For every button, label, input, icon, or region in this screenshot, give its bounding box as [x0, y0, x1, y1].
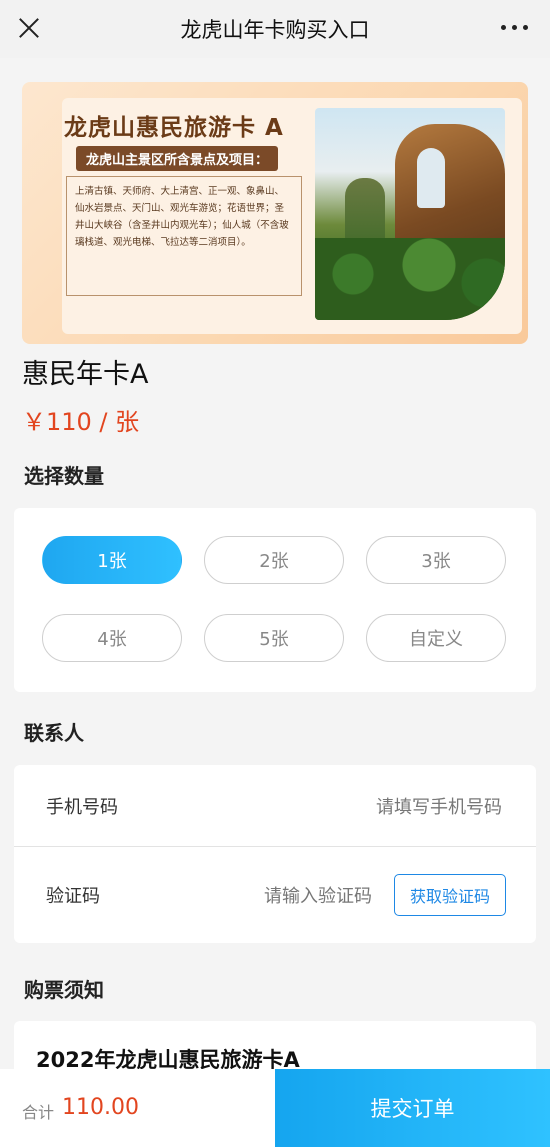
more-icon[interactable]	[501, 25, 528, 30]
code-label: 验证码	[46, 886, 100, 907]
code-input[interactable]: 请输入验证码	[264, 882, 372, 908]
quantity-option-3[interactable]: 3张	[366, 536, 506, 584]
quantity-options: 1张 2张 3张 4张 5张 自定义	[42, 536, 506, 662]
quantity-option-1[interactable]: 1张	[42, 536, 182, 584]
close-icon[interactable]	[16, 15, 42, 41]
contact-card: 手机号码 请填写手机号码 验证码 请输入验证码 获取验证码	[14, 765, 536, 943]
total-value: 110.00	[62, 1095, 139, 1120]
product-price: ￥110 / 张	[22, 408, 140, 436]
quantity-option-4[interactable]: 4张	[42, 614, 182, 662]
phone-label: 手机号码	[46, 796, 118, 818]
banner-title: 龙虎山惠民旅游卡 A	[64, 115, 284, 141]
code-row: 验证码 请输入验证码 获取验证码	[14, 847, 536, 943]
banner-description: 上清古镇、天师府、大上清宫、正一观、象鼻山、仙水岩景点、天门山、观光车游览；花语…	[66, 176, 302, 296]
notice-section-title: 购票须知	[24, 978, 104, 1002]
quantity-option-custom[interactable]: 自定义	[366, 614, 506, 662]
top-bar: 龙虎山年卡购买入口	[0, 0, 550, 58]
product-banner: 龙虎山惠民旅游卡 A 龙虎山主景区所含景点及项目： 上清古镇、天师府、大上清宫、…	[22, 82, 528, 344]
quantity-option-5[interactable]: 5张	[204, 614, 344, 662]
bottom-bar: 合计 110.00 提交订单	[0, 1069, 550, 1147]
banner-subtitle: 龙虎山主景区所含景点及项目：	[76, 146, 279, 171]
submit-order-button[interactable]: 提交订单	[275, 1069, 550, 1147]
total-label: 合计	[22, 1103, 55, 1122]
product-name: 惠民年卡A	[22, 359, 149, 390]
scenery-photo	[315, 108, 505, 320]
phone-row: 手机号码 请填写手机号码	[14, 765, 536, 846]
page-title: 龙虎山年卡购买入口	[180, 18, 370, 42]
contact-section-title: 联系人	[24, 721, 84, 745]
phone-input[interactable]: 请填写手机号码	[376, 793, 502, 819]
quantity-option-2[interactable]: 2张	[204, 536, 344, 584]
get-code-button[interactable]: 获取验证码	[394, 874, 506, 916]
quantity-section-title: 选择数量	[24, 464, 104, 488]
quantity-card: 1张 2张 3张 4张 5张 自定义	[14, 508, 536, 692]
